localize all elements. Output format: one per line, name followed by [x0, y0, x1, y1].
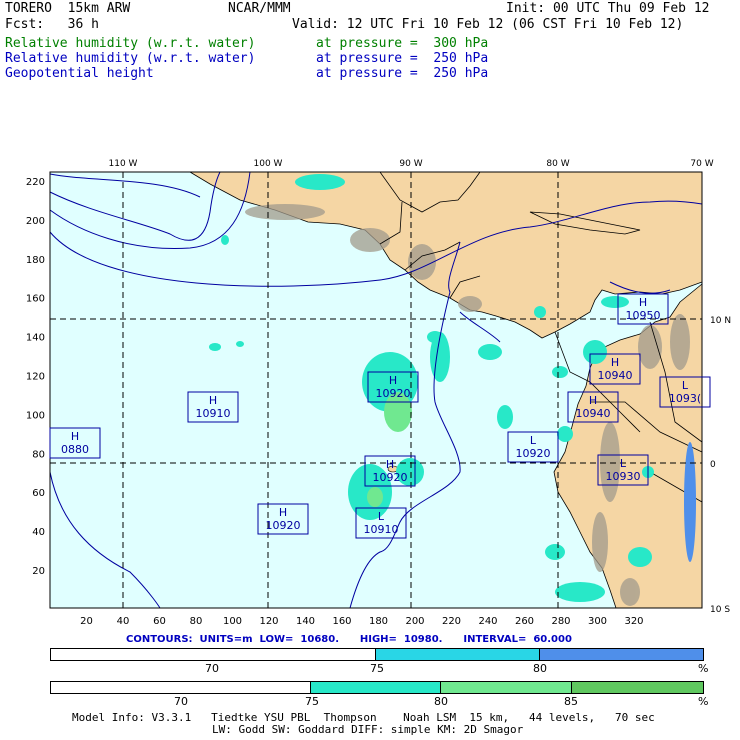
colorbar-250: [50, 648, 704, 661]
colorbar-300-seg-2: [309, 682, 441, 693]
lon-label: 80 W: [546, 159, 569, 169]
lat-label: 10 S: [710, 605, 730, 615]
valid-time: Valid: 12 UTC Fri 10 Feb 12 (06 CST Fri …: [292, 17, 684, 32]
colorbar-250-label-75: 75: [370, 662, 384, 675]
pressure-center-type: H: [589, 394, 597, 407]
init-time: Init: 00 UTC Thu 09 Feb 12: [506, 1, 710, 16]
colorbar-250-label-70: 70: [205, 662, 219, 675]
field-3-level: at pressure = 250 hPa: [316, 66, 489, 81]
grid-y-tick: 20: [32, 566, 45, 577]
grid-y-tick: 80: [32, 449, 45, 460]
colorbar-250-label-pct: %: [698, 662, 709, 675]
lat-label: 10 N: [710, 316, 731, 326]
grid-x-tick: 260: [515, 616, 534, 627]
grid-y-tick: 200: [26, 216, 45, 227]
pressure-center-value: 10930: [606, 470, 641, 483]
pressure-center-type: H: [279, 506, 287, 519]
colorbar-250-seg-2: [375, 649, 539, 660]
grid-x-tick: 40: [117, 616, 130, 627]
pressure-center-type: H: [209, 394, 217, 407]
pressure-center-type: H: [389, 374, 397, 387]
pressure-center-type: L: [378, 510, 385, 523]
pressure-center-value: 10940: [598, 369, 633, 382]
colorbar-300-label-80: 80: [434, 695, 448, 708]
grid-x-tick: 140: [296, 616, 315, 627]
colorbar-300-label-pct: %: [698, 695, 709, 708]
pressure-center-value: 10920: [516, 447, 551, 460]
grid-x-tick: 60: [153, 616, 166, 627]
colorbar-250-seg-1: [51, 649, 375, 660]
grid-x-tick: 100: [223, 616, 242, 627]
grid-y-tick: 140: [26, 333, 45, 344]
field-2-name: Relative humidity (w.r.t. water): [5, 51, 256, 66]
pressure-center-type: H: [71, 430, 79, 443]
grid-x-tick: 300: [588, 616, 607, 627]
pressure-center-value: 10920: [373, 471, 408, 484]
colorbar-300-seg-4: [570, 682, 703, 693]
grid-y-tick: 160: [26, 294, 45, 305]
forecast-hour: Fcst: 36 h: [5, 17, 99, 32]
lon-label: 110 W: [109, 159, 138, 169]
pressure-center-type: H: [611, 356, 619, 369]
pressure-center-value: 1093(: [669, 392, 701, 405]
grid-x-tick: 120: [259, 616, 278, 627]
grid-x-tick: 220: [442, 616, 461, 627]
pressure-center-value: 10950: [626, 309, 661, 322]
contours-info: CONTOURS: UNITS=m LOW= 10680. HIGH= 1098…: [126, 634, 572, 645]
lon-label: 70 W: [690, 159, 713, 169]
grid-x-tick: 240: [478, 616, 497, 627]
grid-y-tick: 180: [26, 255, 45, 266]
grid-y-tick: 220: [26, 177, 45, 188]
weather-map: H10950H10940H10940L1093(H10920H10910H088…: [26, 159, 731, 627]
grid-x-tick: 160: [332, 616, 351, 627]
center-title: NCAR/MMM: [228, 1, 291, 16]
colorbar-300: [50, 681, 704, 694]
field-1-level: at pressure = 300 hPa: [316, 36, 489, 51]
pressure-center-type: H: [639, 296, 647, 309]
lon-label: 100 W: [254, 159, 283, 169]
grid-y-tick: 120: [26, 372, 45, 383]
pressure-center-value: 10910: [364, 523, 399, 536]
pressure-center-type: L: [620, 457, 627, 470]
grid-x-tick: 80: [190, 616, 203, 627]
pressure-center-type: L: [682, 379, 689, 392]
pressure-center-type: H: [386, 458, 394, 471]
field-3-name: Geopotential height: [5, 66, 154, 81]
pressure-center-type: L: [530, 434, 537, 447]
grid-x-tick: 180: [369, 616, 388, 627]
colorbar-300-seg-1: [51, 682, 310, 693]
model-info-line-2: LW: Godd SW: Goddard DIFF: simple KM: 2D…: [212, 723, 524, 736]
grid-x-tick: 200: [405, 616, 424, 627]
grid-y-tick: 100: [26, 410, 45, 421]
pressure-center-value: 10940: [576, 407, 611, 420]
pressure-center-value: 0880: [61, 443, 89, 456]
colorbar-250-label-80: 80: [533, 662, 547, 675]
pressure-center-value: 10920: [266, 519, 301, 532]
grid-x-tick: 20: [80, 616, 93, 627]
colorbar-300-label-75: 75: [305, 695, 319, 708]
grid-y-tick: 60: [32, 488, 45, 499]
lon-label: 90 W: [399, 159, 422, 169]
pressure-center-value: 10910: [196, 407, 231, 420]
pressure-center-value: 10920: [376, 387, 411, 400]
colorbar-300-label-85: 85: [564, 695, 578, 708]
colorbar-300-seg-3: [440, 682, 571, 693]
grid-y-tick: 40: [32, 527, 45, 538]
model-title: TORERO 15km ARW: [5, 1, 131, 16]
colorbar-300-label-70: 70: [174, 695, 188, 708]
field-1-name: Relative humidity (w.r.t. water): [5, 36, 256, 51]
grid-x-tick: 280: [551, 616, 570, 627]
lat-label: 0: [710, 460, 716, 470]
colorbar-250-seg-3: [538, 649, 703, 660]
field-2-level: at pressure = 250 hPa: [316, 51, 489, 66]
grid-x-tick: 320: [624, 616, 643, 627]
